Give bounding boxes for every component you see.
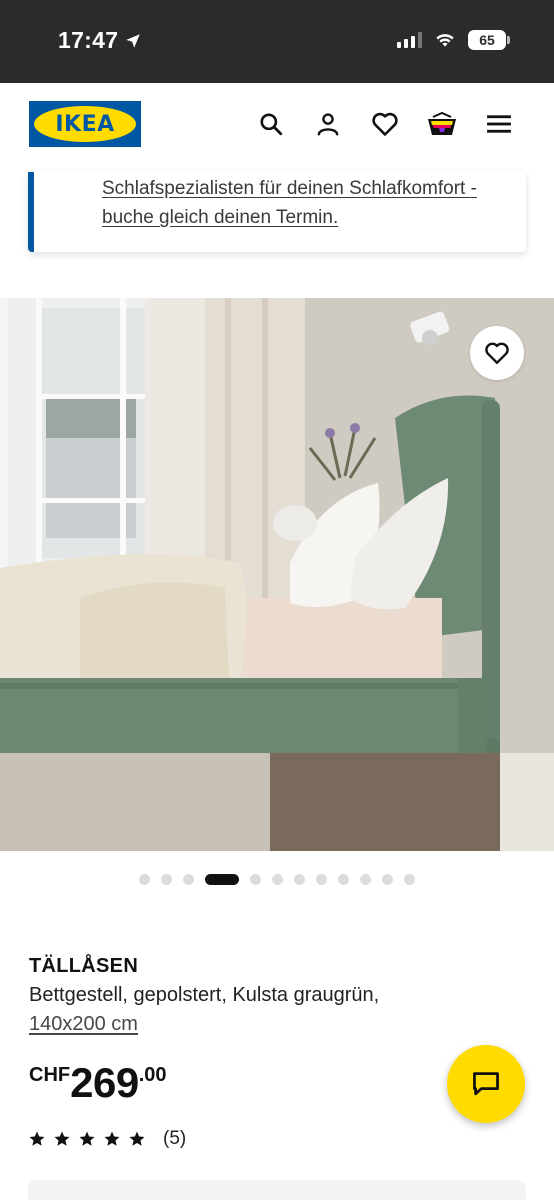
- carousel-dot[interactable]: [404, 874, 415, 885]
- shopping-basket-icon[interactable]: [427, 109, 457, 139]
- heart-icon[interactable]: [370, 109, 400, 139]
- bedroom-photo: [0, 298, 554, 851]
- ikea-logo[interactable]: IKEA: [29, 101, 141, 147]
- product-price: CHF 269 .00: [29, 1058, 167, 1108]
- price-main: 269: [70, 1059, 139, 1106]
- star-icon: [104, 1131, 120, 1146]
- cellular-signal-icon: [397, 32, 422, 48]
- product-description: Bettgestell, gepolstert, Kulsta graugrün…: [29, 984, 380, 1006]
- carousel-dot[interactable]: [139, 874, 150, 885]
- add-to-favourites-button[interactable]: [470, 326, 524, 380]
- product-size-link[interactable]: 140x200 cm: [29, 1013, 138, 1036]
- status-time: 17:47: [58, 27, 142, 54]
- chat-bubble-icon: [473, 1072, 499, 1096]
- clock: 17:47: [58, 27, 119, 53]
- carousel-dot[interactable]: [294, 874, 305, 885]
- status-bar: 17:47 65: [0, 0, 554, 83]
- header-icons: [256, 109, 514, 139]
- logo-text: IKEA: [55, 111, 115, 137]
- carousel-dot[interactable]: [272, 874, 283, 885]
- site-header: IKEA: [0, 83, 554, 173]
- carousel-dot[interactable]: [338, 874, 349, 885]
- image-carousel-indicator[interactable]: [0, 874, 554, 885]
- star-icon: [29, 1131, 45, 1146]
- location-arrow-icon: [126, 33, 141, 48]
- product-name: TÄLLÅSEN: [29, 955, 139, 977]
- search-icon[interactable]: [256, 109, 286, 139]
- heart-icon: [485, 342, 509, 364]
- star-icon: [79, 1131, 95, 1146]
- carousel-dot[interactable]: [360, 874, 371, 885]
- carousel-dot[interactable]: [250, 874, 261, 885]
- carousel-dot-active[interactable]: [205, 874, 239, 885]
- appointment-banner: Schlafspezialisten für deinen Schlafkomf…: [28, 172, 526, 252]
- chat-button[interactable]: [447, 1045, 525, 1123]
- product-image[interactable]: [0, 298, 554, 851]
- carousel-dot[interactable]: [183, 874, 194, 885]
- star-icon: [129, 1131, 145, 1146]
- price-cents: .00: [138, 1064, 167, 1086]
- menu-icon[interactable]: [484, 109, 514, 139]
- price-currency: CHF: [29, 1064, 71, 1086]
- carousel-dot[interactable]: [382, 874, 393, 885]
- carousel-dot[interactable]: [316, 874, 327, 885]
- profile-icon[interactable]: [313, 109, 343, 139]
- status-indicators: 65: [397, 30, 510, 50]
- star-icon: [54, 1131, 70, 1146]
- battery-indicator: 65: [468, 30, 510, 50]
- carousel-dot[interactable]: [161, 874, 172, 885]
- bottom-card: [28, 1180, 526, 1200]
- appointment-link[interactable]: Schlafspezialisten für deinen Schlafkomf…: [102, 174, 522, 232]
- rating-count: (5): [163, 1128, 187, 1149]
- wifi-icon: [436, 34, 454, 47]
- product-rating[interactable]: (5): [28, 1128, 186, 1150]
